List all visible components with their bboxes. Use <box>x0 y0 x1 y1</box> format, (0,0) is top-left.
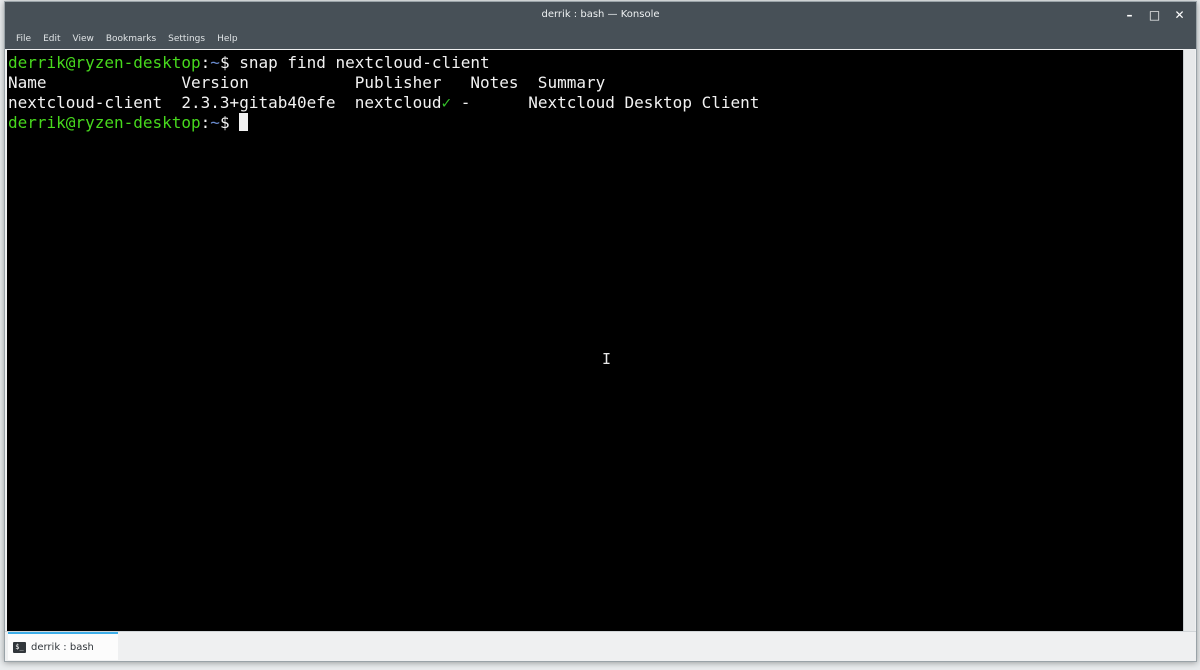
current-prompt-line: derrik@ryzen-desktop:~$ <box>8 113 1183 133</box>
row-rest: - Nextcloud Desktop Client <box>451 93 760 112</box>
prompt-user-host: derrik@ryzen-desktop <box>8 53 201 72</box>
minimize-button[interactable]: – <box>1117 5 1142 25</box>
prompt-colon: : <box>200 53 211 72</box>
close-button[interactable]: ✕ <box>1167 5 1192 25</box>
prompt-path: ~ <box>210 53 220 72</box>
menu-edit[interactable]: Edit <box>37 34 66 44</box>
menu-view[interactable]: View <box>67 34 100 44</box>
window-controls: – □ ✕ <box>1117 5 1192 25</box>
scrollbar[interactable] <box>1183 50 1195 631</box>
command-line: derrik@ryzen-desktop:~$ snap find nextcl… <box>8 53 1183 73</box>
maximize-button[interactable]: □ <box>1142 5 1167 25</box>
menu-bookmarks[interactable]: Bookmarks <box>100 34 162 44</box>
text-cursor <box>239 113 249 131</box>
ibeam-cursor-icon: I <box>602 350 612 368</box>
window-title: derrik : bash — Konsole <box>541 9 660 20</box>
prompt-symbol: $ <box>219 113 240 132</box>
command-text: snap find nextcloud-client <box>239 53 490 72</box>
tab-bar: $_ derrik : bash <box>5 631 1196 661</box>
menu-help[interactable]: Help <box>211 34 244 44</box>
menu-bar: File Edit View Bookmarks Settings Help <box>5 28 1196 49</box>
prompt-symbol: $ <box>219 53 240 72</box>
row-name-version: nextcloud-client 2.3.3+gitab40efe nextcl… <box>8 93 442 112</box>
title-bar[interactable]: derrik : bash — Konsole – □ ✕ <box>5 2 1196 28</box>
terminal-icon: $_ <box>13 641 26 653</box>
prompt-colon: : <box>200 113 211 132</box>
menu-file[interactable]: File <box>10 34 37 44</box>
verified-check-icon: ✓ <box>441 93 452 112</box>
menu-settings[interactable]: Settings <box>162 34 211 44</box>
prompt-path: ~ <box>210 113 220 132</box>
output-row: nextcloud-client 2.3.3+gitab40efe nextcl… <box>8 93 1183 113</box>
tab-derrik-bash[interactable]: $_ derrik : bash <box>8 632 118 660</box>
terminal-area[interactable]: derrik@ryzen-desktop:~$ snap find nextcl… <box>7 50 1183 631</box>
output-header: Name Version Publisher Notes Summary <box>8 73 606 92</box>
tab-label: derrik : bash <box>31 641 94 653</box>
konsole-window: derrik : bash — Konsole – □ ✕ File Edit … <box>4 1 1197 662</box>
prompt-user-host: derrik@ryzen-desktop <box>8 113 201 132</box>
